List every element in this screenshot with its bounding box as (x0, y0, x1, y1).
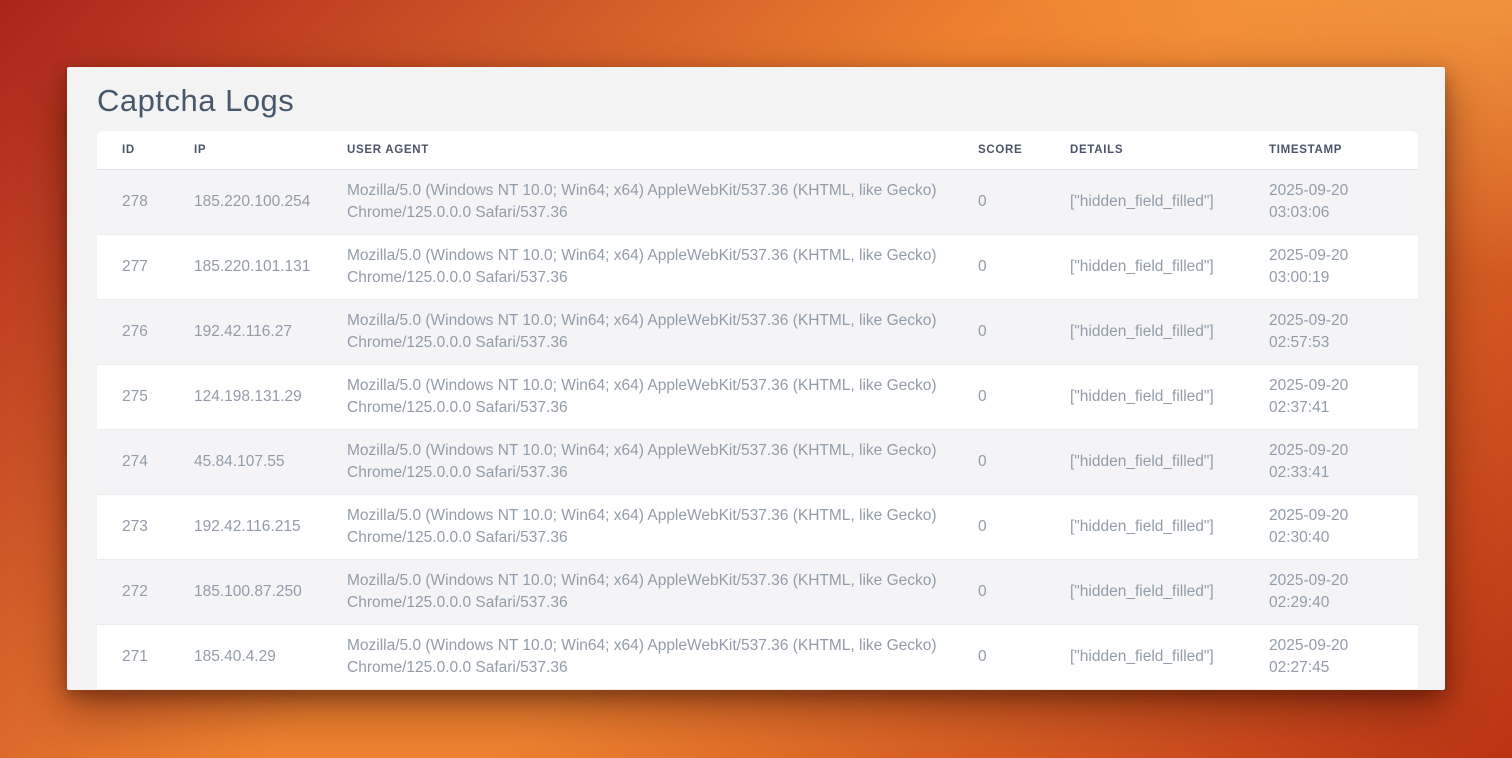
cell-id: 272 (97, 559, 169, 624)
cell-id: 276 (97, 299, 169, 364)
cell-details: ["hidden_field_filled"] (1045, 624, 1244, 689)
cell-timestamp: 2025-09-20 02:27:45 (1244, 624, 1418, 689)
cell-id: 278 (97, 169, 169, 234)
table-row: 272 185.100.87.250 Mozilla/5.0 (Windows … (97, 559, 1418, 624)
cell-user-agent: Mozilla/5.0 (Windows NT 10.0; Win64; x64… (322, 364, 953, 429)
column-header-timestamp: TIMESTAMP (1244, 131, 1418, 169)
cell-score: 0 (953, 429, 1045, 494)
table-row: 276 192.42.116.27 Mozilla/5.0 (Windows N… (97, 299, 1418, 364)
cell-timestamp: 2025-09-20 03:00:19 (1244, 234, 1418, 299)
cell-ip: 45.84.107.55 (169, 429, 322, 494)
cell-user-agent: Mozilla/5.0 (Windows NT 10.0; Win64; x64… (322, 559, 953, 624)
cell-timestamp: 2025-09-20 02:57:53 (1244, 299, 1418, 364)
page-title: Captcha Logs (97, 83, 1415, 119)
cell-details: ["hidden_field_filled"] (1045, 559, 1244, 624)
table-header-row: ID IP USER AGENT SCORE DETAILS TIMESTAMP (97, 131, 1418, 169)
cell-user-agent: Mozilla/5.0 (Windows NT 10.0; Win64; x64… (322, 299, 953, 364)
cell-user-agent: Mozilla/5.0 (Windows NT 10.0; Win64; x64… (322, 494, 953, 559)
cell-details: ["hidden_field_filled"] (1045, 429, 1244, 494)
cell-user-agent: Mozilla/5.0 (Windows NT 10.0; Win64; x64… (322, 429, 953, 494)
table-row: 271 185.40.4.29 Mozilla/5.0 (Windows NT … (97, 624, 1418, 689)
cell-score: 0 (953, 364, 1045, 429)
table-row: 277 185.220.101.131 Mozilla/5.0 (Windows… (97, 234, 1418, 299)
cell-score: 0 (953, 624, 1045, 689)
cell-details: ["hidden_field_filled"] (1045, 364, 1244, 429)
cell-score: 0 (953, 234, 1045, 299)
cell-ip: 185.40.4.29 (169, 624, 322, 689)
column-header-id: ID (97, 131, 169, 169)
cell-score: 0 (953, 559, 1045, 624)
cell-details: ["hidden_field_filled"] (1045, 234, 1244, 299)
table-row: 274 45.84.107.55 Mozilla/5.0 (Windows NT… (97, 429, 1418, 494)
cell-score: 0 (953, 299, 1045, 364)
captcha-logs-table: ID IP USER AGENT SCORE DETAILS TIMESTAMP… (97, 131, 1418, 690)
cell-timestamp: 2025-09-20 02:30:40 (1244, 494, 1418, 559)
cell-id: 273 (97, 494, 169, 559)
cell-id: 271 (97, 624, 169, 689)
cell-id: 275 (97, 364, 169, 429)
cell-details: ["hidden_field_filled"] (1045, 169, 1244, 234)
cell-id: 277 (97, 234, 169, 299)
cell-ip: 192.42.116.215 (169, 494, 322, 559)
cell-ip: 124.198.131.29 (169, 364, 322, 429)
cell-details: ["hidden_field_filled"] (1045, 299, 1244, 364)
cell-id: 274 (97, 429, 169, 494)
table-row: 273 192.42.116.215 Mozilla/5.0 (Windows … (97, 494, 1418, 559)
cell-ip: 192.42.116.27 (169, 299, 322, 364)
column-header-user-agent: USER AGENT (322, 131, 953, 169)
table-row: 278 185.220.100.254 Mozilla/5.0 (Windows… (97, 169, 1418, 234)
cell-ip: 185.100.87.250 (169, 559, 322, 624)
table-header: ID IP USER AGENT SCORE DETAILS TIMESTAMP (97, 131, 1418, 169)
cell-timestamp: 2025-09-20 02:29:40 (1244, 559, 1418, 624)
cell-ip: 185.220.101.131 (169, 234, 322, 299)
cell-score: 0 (953, 494, 1045, 559)
cell-ip: 185.220.100.254 (169, 169, 322, 234)
cell-timestamp: 2025-09-20 02:37:41 (1244, 364, 1418, 429)
cell-timestamp: 2025-09-20 02:33:41 (1244, 429, 1418, 494)
cell-user-agent: Mozilla/5.0 (Windows NT 10.0; Win64; x64… (322, 169, 953, 234)
cell-timestamp: 2025-09-20 03:03:06 (1244, 169, 1418, 234)
column-header-score: SCORE (953, 131, 1045, 169)
card-header: Captcha Logs (67, 67, 1445, 131)
column-header-ip: IP (169, 131, 322, 169)
cell-details: ["hidden_field_filled"] (1045, 494, 1244, 559)
page-background: { "page": { "title": "Captcha Logs" }, "… (0, 0, 1512, 758)
table-body: 278 185.220.100.254 Mozilla/5.0 (Windows… (97, 169, 1418, 689)
captcha-logs-card: Captcha Logs ID IP USER AGENT SCORE DETA… (67, 67, 1445, 690)
cell-score: 0 (953, 169, 1045, 234)
cell-user-agent: Mozilla/5.0 (Windows NT 10.0; Win64; x64… (322, 234, 953, 299)
table-row: 275 124.198.131.29 Mozilla/5.0 (Windows … (97, 364, 1418, 429)
cell-user-agent: Mozilla/5.0 (Windows NT 10.0; Win64; x64… (322, 624, 953, 689)
column-header-details: DETAILS (1045, 131, 1244, 169)
log-table-container: ID IP USER AGENT SCORE DETAILS TIMESTAMP… (97, 131, 1418, 690)
